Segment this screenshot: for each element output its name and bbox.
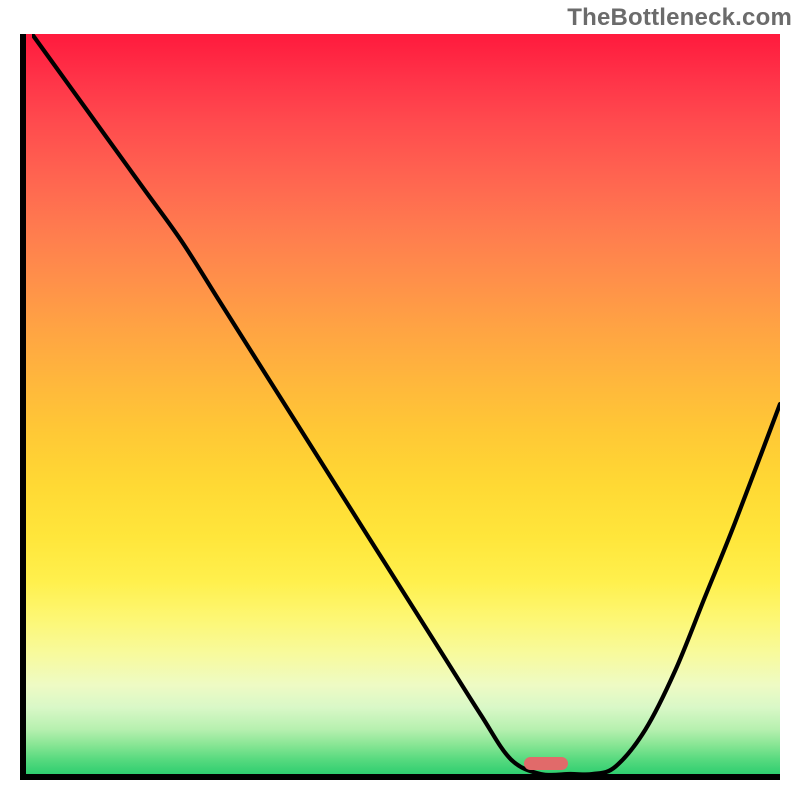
watermark-text: TheBottleneck.com bbox=[567, 4, 792, 32]
optimal-marker bbox=[524, 757, 568, 770]
plot-area bbox=[20, 34, 780, 780]
bottleneck-curve bbox=[32, 34, 780, 774]
chart-container: TheBottleneck.com bbox=[0, 0, 800, 800]
